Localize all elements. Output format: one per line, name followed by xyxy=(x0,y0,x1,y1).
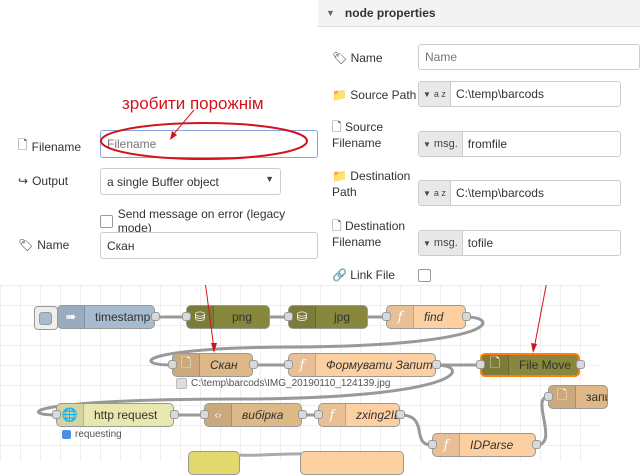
dropdown-caret-icon: ▼ xyxy=(265,174,274,184)
np-name-label: 🏷 Name xyxy=(332,51,383,65)
node-properties-panel: ▼ node properties 🏷 Name 📁 Source Path ▼… xyxy=(318,0,640,292)
destination-path-input[interactable]: ▼ a z C:\temp\barcods xyxy=(418,180,621,206)
legacy-mode-checkbox-row[interactable]: Send message on error (legacy mode) xyxy=(100,207,318,235)
legacy-mode-checkbox[interactable] xyxy=(100,214,113,228)
destination-filename-label: 🗋 Destination Filename xyxy=(332,219,406,249)
file-icon: 🗋 xyxy=(18,138,28,152)
flow-canvas[interactable]: ➠ timestamp ⛁ png ⛁ jpg f find 🗋 Скан C:… xyxy=(0,285,608,475)
type-selector[interactable]: ▼ msg. xyxy=(419,132,463,156)
annotation-arrow xyxy=(205,285,547,353)
annotation-arrow xyxy=(170,109,195,140)
link-file-label: 🔗 Link File xyxy=(332,268,395,282)
np-name-input[interactable] xyxy=(418,44,640,70)
link-file-checkbox[interactable] xyxy=(418,269,431,282)
node-properties-header[interactable]: ▼ node properties xyxy=(318,0,640,27)
output-select[interactable]: a single Buffer object ▼ xyxy=(100,168,281,195)
type-selector[interactable]: ▼ a z xyxy=(419,82,451,106)
link-icon: 🔗 xyxy=(332,268,347,282)
destination-filename-input[interactable]: ▼ msg. tofile xyxy=(418,230,621,256)
name-label: 🏷 Name xyxy=(18,238,70,252)
file-icon: 🗋 xyxy=(332,120,342,134)
type-selector[interactable]: ▼ msg. xyxy=(419,231,463,255)
file-icon: 🗋 xyxy=(332,219,342,233)
name-input[interactable]: Скан xyxy=(100,232,318,259)
filename-label: 🗋 Filename xyxy=(18,136,81,157)
annotation-ellipse xyxy=(100,122,308,160)
tag-icon: 🏷 xyxy=(332,51,348,65)
chevron-down-icon: ▼ xyxy=(326,8,335,18)
source-path-label: 📁 Source Path xyxy=(332,88,417,102)
destination-path-label: 📁 Destination Path xyxy=(332,169,411,199)
caret-icon: ▼ xyxy=(423,89,431,99)
file-in-edit-panel: зробити порожнім 🗋 Filename ↪ Output a s… xyxy=(0,0,318,285)
source-filename-label: 🗋 Source Filename xyxy=(332,120,384,150)
folder-icon: 📁 xyxy=(332,169,347,183)
source-path-input[interactable]: ▼ a z C:\temp\barcods xyxy=(418,81,621,107)
tag-icon: 🏷 xyxy=(18,238,34,252)
type-selector[interactable]: ▼ a z xyxy=(419,181,451,205)
folder-icon: 📁 xyxy=(332,88,347,102)
source-filename-input[interactable]: ▼ msg. fromfile xyxy=(418,131,621,157)
output-label: ↪ Output xyxy=(18,174,69,188)
caret-icon: ▼ xyxy=(423,139,431,149)
sign-out-icon: ↪ xyxy=(18,174,29,188)
caret-icon: ▼ xyxy=(423,238,431,248)
caret-icon: ▼ xyxy=(423,188,431,198)
